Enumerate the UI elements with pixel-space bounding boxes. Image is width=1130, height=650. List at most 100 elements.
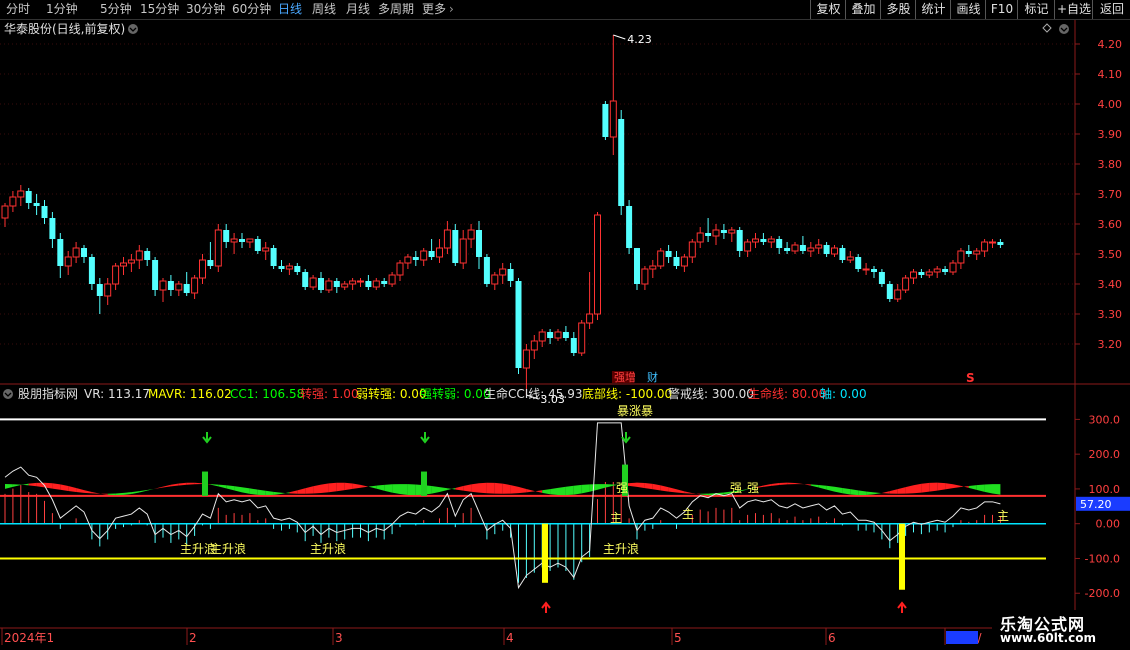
- arrow-down-icon: [420, 432, 430, 444]
- vr-band-segment: [652, 483, 661, 491]
- vr-band-segment: [984, 484, 993, 494]
- candle-body: [349, 280, 357, 285]
- vr-band-segment: [178, 482, 187, 486]
- candle-body: [673, 257, 680, 266]
- candlestick: [64, 251, 72, 275]
- candle-body: [436, 247, 443, 258]
- candle-body: [547, 332, 554, 338]
- candlestick: [459, 230, 467, 269]
- indicator-value-8: 警戒线: 300.00: [668, 386, 754, 401]
- high-price-label: 4.23: [627, 33, 652, 46]
- candle-body: [452, 230, 459, 263]
- candlestick: [609, 35, 617, 155]
- diamond-icon: [1042, 23, 1052, 33]
- vr-band-segment: [463, 484, 472, 492]
- vr-band-segment: [289, 490, 298, 494]
- x-axis-label: 2024年1: [4, 631, 54, 645]
- candle-body: [214, 229, 222, 267]
- candle-body: [396, 262, 404, 276]
- candle-body: [942, 269, 949, 272]
- vr-band-segment: [131, 491, 140, 495]
- vr-band-segment: [139, 489, 148, 493]
- candlestick: [965, 245, 972, 257]
- indicator-value-7: 底部线: -100.00: [582, 386, 672, 401]
- candlestick: [736, 227, 743, 257]
- candle-body: [728, 229, 736, 234]
- signal-bar: [421, 471, 427, 496]
- candle-body: [807, 247, 815, 252]
- candle-body: [309, 277, 317, 288]
- candle-body: [981, 241, 989, 252]
- vr-band-segment: [52, 483, 61, 490]
- candlestick: [902, 275, 910, 293]
- candlestick: [72, 242, 80, 263]
- candlestick: [285, 263, 293, 275]
- candle-body: [167, 281, 174, 290]
- vr-band-segment: [328, 482, 337, 493]
- candlestick: [144, 248, 151, 266]
- candlestick: [554, 329, 562, 341]
- candle-body: [522, 349, 530, 369]
- vr-band-segment: [968, 485, 977, 490]
- vr-band-segment: [115, 492, 124, 496]
- candle-body: [64, 256, 72, 267]
- sell-marker: S: [966, 371, 975, 385]
- candlestick: [349, 278, 357, 290]
- candle-body: [278, 266, 285, 269]
- candlestick: [673, 251, 680, 269]
- vr-band-segment: [874, 492, 882, 495]
- candle-body: [705, 233, 712, 236]
- price-grid: [0, 43, 1080, 345]
- candle-body: [957, 250, 965, 264]
- vr-band-segment: [866, 491, 874, 496]
- candle-body: [104, 283, 112, 297]
- vr-band-segment: [194, 482, 203, 485]
- candlestick: [152, 257, 159, 296]
- candlestick: [823, 242, 830, 257]
- vr-band-segment: [155, 486, 163, 489]
- candle-body: [318, 278, 324, 290]
- vr-band-segment: [28, 482, 37, 487]
- candlestick: [381, 278, 388, 287]
- candle-body: [254, 239, 261, 251]
- candlestick: [973, 248, 981, 260]
- x-axis-label: 4: [506, 631, 514, 645]
- candle-body: [325, 280, 333, 291]
- indicator-value-0: VR: 113.17: [84, 387, 150, 401]
- candlestick: [705, 218, 712, 242]
- candlestick: [325, 278, 333, 293]
- vr-band-segment: [605, 484, 614, 488]
- vr-band-segment: [787, 482, 795, 485]
- candle-body: [357, 280, 364, 283]
- indicator-value-10: 轴: 0.00: [820, 386, 867, 401]
- candle-body: [191, 277, 199, 294]
- vr-band-segment: [976, 484, 985, 492]
- candle-body: [649, 265, 657, 270]
- vr-band-segment: [581, 484, 590, 494]
- candle-body: [365, 281, 372, 287]
- candle-body: [17, 190, 25, 198]
- vr-band-segment: [68, 486, 77, 492]
- candlestick: [483, 254, 490, 287]
- candle-body: [333, 281, 340, 287]
- vr-band-segment: [123, 492, 132, 495]
- candlestick: [262, 242, 270, 260]
- indicator-annotation: 主: [610, 511, 622, 525]
- candle-body: [49, 218, 56, 239]
- candlestick: [894, 284, 902, 302]
- candle-body: [372, 280, 380, 288]
- candle-body: [902, 277, 910, 291]
- candlestick: [989, 239, 996, 248]
- vr-band-segment: [400, 484, 408, 495]
- vr-band-segment: [5, 484, 13, 489]
- candle-body: [112, 265, 120, 285]
- stock-chart[interactable]: 4.20 4.10 4.00 3.90 3.80 3.70 3.60 3.50 3.40 3.30…: [0, 0, 1130, 650]
- candle-body: [33, 203, 40, 206]
- candlestick: [586, 272, 594, 329]
- candle-body: [586, 313, 594, 324]
- candlestick: [81, 245, 87, 263]
- candlestick: [910, 269, 917, 284]
- vr-band-segment: [558, 486, 566, 496]
- candlestick: [341, 281, 349, 290]
- candlestick: [270, 245, 277, 269]
